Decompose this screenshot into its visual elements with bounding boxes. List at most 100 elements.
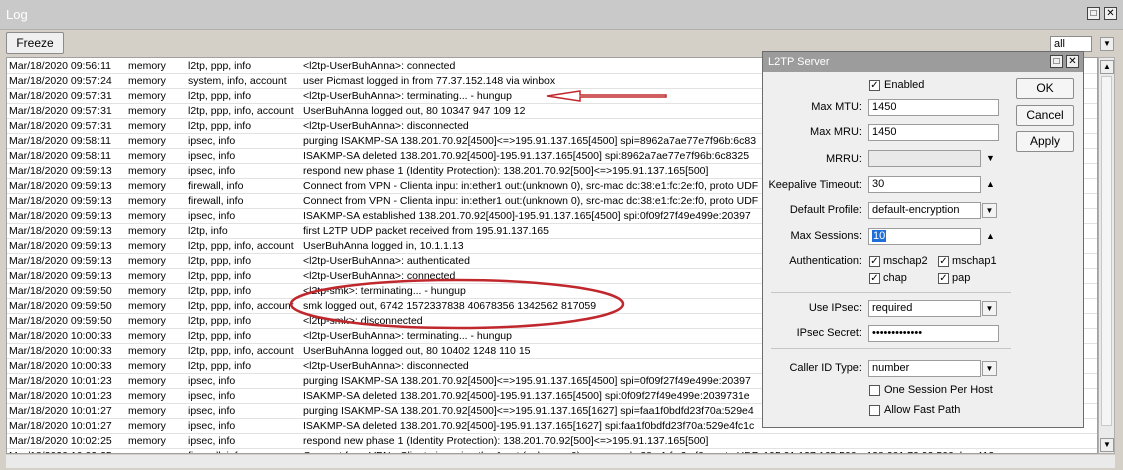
caller-id-label: Caller ID Type:: [789, 362, 862, 374]
log-buffer-cell: memory: [128, 255, 166, 267]
log-topics-cell: l2tp, ppp, info: [188, 270, 252, 282]
max-sessions-chevron-up-icon[interactable]: ▲: [986, 231, 995, 241]
log-time-cell: Mar/18/2020 09:59:13: [9, 165, 112, 177]
log-time-cell: Mar/18/2020 09:59:13: [9, 210, 112, 222]
log-row[interactable]: Mar/18/2020 10:02:25memoryfirewall, info…: [7, 449, 1097, 453]
log-time-cell: Mar/18/2020 10:00:33: [9, 330, 112, 342]
log-buffer-cell: memory: [128, 420, 166, 432]
auth-mschap2-checkbox[interactable]: ✓: [869, 256, 880, 267]
scroll-up-icon[interactable]: ▲: [1100, 60, 1114, 74]
log-topics-cell: firewall, info: [188, 195, 244, 207]
keepalive-field[interactable]: 30: [868, 176, 981, 193]
separator: [771, 348, 1011, 349]
log-time-cell: Mar/18/2020 09:57:31: [9, 105, 112, 117]
log-time-cell: Mar/18/2020 09:57:24: [9, 75, 112, 87]
log-topics-cell: firewall, info: [188, 180, 244, 192]
allow-fast-path-checkbox[interactable]: [869, 405, 880, 416]
ok-button[interactable]: OK: [1016, 78, 1074, 99]
mrru-field[interactable]: [868, 150, 981, 167]
log-time-cell: Mar/18/2020 09:59:50: [9, 285, 112, 297]
log-topics-cell: ipsec, info: [188, 390, 236, 402]
log-vertical-scrollbar[interactable]: ▲ ▼: [1098, 57, 1115, 454]
log-buffer-cell: memory: [128, 285, 166, 297]
log-buffer-cell: memory: [128, 449, 186, 453]
log-time-cell: Mar/18/2020 10:00:33: [9, 345, 112, 357]
log-time-cell: Mar/18/2020 09:57:31: [9, 90, 112, 102]
log-buffer-cell: memory: [128, 195, 166, 207]
log-time-cell: Mar/18/2020 09:59:13: [9, 225, 112, 237]
log-topics-cell: l2tp, ppp, info: [188, 285, 252, 297]
log-horizontal-scrollbar[interactable]: [6, 455, 1115, 468]
topic-filter-select[interactable]: all: [1050, 36, 1092, 52]
log-time-cell: Mar/18/2020 09:58:11: [9, 150, 111, 162]
log-time-cell: Mar/18/2020 09:58:11: [9, 135, 111, 147]
log-buffer-cell: memory: [128, 345, 166, 357]
dialog-title-bar: L2TP Server: [763, 52, 1083, 72]
log-time-cell: Mar/18/2020 09:56:11: [9, 60, 111, 72]
log-buffer-cell: memory: [128, 210, 166, 222]
one-session-checkbox[interactable]: [869, 385, 880, 396]
max-sessions-field[interactable]: 10: [868, 228, 981, 245]
cancel-button[interactable]: Cancel: [1016, 105, 1074, 126]
scroll-down-icon[interactable]: ▼: [1100, 438, 1114, 452]
freeze-button[interactable]: Freeze: [6, 32, 64, 54]
apply-button[interactable]: Apply: [1016, 131, 1074, 152]
default-profile-label: Default Profile:: [789, 204, 862, 216]
restore-icon[interactable]: □: [1087, 7, 1100, 20]
log-buffer-cell: memory: [128, 225, 166, 237]
log-topics-cell: l2tp, info: [188, 225, 228, 237]
log-buffer-cell: memory: [128, 375, 166, 387]
log-buffer-cell: memory: [128, 90, 166, 102]
use-ipsec-label: Use IPsec:: [808, 302, 862, 314]
log-buffer-cell: memory: [128, 150, 166, 162]
log-buffer-cell: memory: [128, 60, 166, 72]
log-time-cell: Mar/18/2020 09:59:13: [9, 240, 112, 252]
use-ipsec-dropdown-icon[interactable]: ▼: [982, 301, 997, 316]
dialog-restore-icon[interactable]: □: [1050, 55, 1063, 68]
default-profile-select[interactable]: default-encryption: [868, 202, 981, 219]
enabled-checkbox[interactable]: ✓: [869, 80, 880, 91]
auth-pap-label: pap: [952, 272, 971, 284]
log-topics-cell: l2tp, ppp, info: [188, 120, 252, 132]
log-buffer-cell: memory: [128, 330, 166, 342]
log-time-cell: Mar/18/2020 10:01:27: [9, 405, 112, 417]
one-session-label: One Session Per Host: [884, 384, 993, 396]
auth-mschap1-checkbox[interactable]: ✓: [938, 256, 949, 267]
log-buffer-cell: memory: [128, 360, 166, 372]
log-topics-cell: ipsec, info: [188, 165, 236, 177]
mrru-chevron-down-icon[interactable]: ▼: [986, 153, 995, 163]
log-topics-cell: l2tp, ppp, info: [188, 330, 252, 342]
ipsec-secret-field[interactable]: •••••••••••••: [868, 325, 999, 342]
max-mtu-field[interactable]: 1450: [868, 99, 999, 116]
dialog-close-icon[interactable]: ✕: [1066, 55, 1079, 68]
log-buffer-cell: memory: [128, 240, 166, 252]
log-topics-cell: l2tp, ppp, info, account: [188, 300, 294, 312]
log-buffer-cell: memory: [128, 165, 166, 177]
log-row[interactable]: Mar/18/2020 10:02:25 memory ipsec, info res…: [7, 434, 1097, 449]
auth-chap-checkbox[interactable]: ✓: [869, 273, 880, 284]
chevron-down-icon[interactable]: ▼: [1100, 37, 1114, 51]
log-topics-cell: l2tp, ppp, info: [188, 90, 252, 102]
close-icon[interactable]: ✕: [1104, 7, 1117, 20]
use-ipsec-select[interactable]: required: [868, 300, 981, 317]
l2tp-server-dialog: L2TP Server □ ✕ ✓ Enabled Max MTU: 1450 …: [762, 51, 1084, 428]
log-topics-cell: ipsec, info: [188, 420, 236, 432]
ipsec-secret-label: IPsec Secret:: [796, 327, 862, 339]
window-title-bar: Log: [0, 0, 1123, 30]
default-profile-dropdown-icon[interactable]: ▼: [982, 203, 997, 218]
caller-id-select[interactable]: number: [868, 360, 981, 377]
log-time-cell: Mar/18/2020 09:59:13: [9, 180, 112, 192]
log-time-cell: Mar/18/2020 09:59:13: [9, 195, 112, 207]
log-topics-cell: l2tp, ppp, info, account: [188, 345, 294, 357]
auth-mschap1-label: mschap1: [952, 255, 997, 267]
log-buffer-cell: memory: [128, 180, 166, 192]
max-mru-field[interactable]: 1450: [868, 124, 999, 141]
auth-pap-checkbox[interactable]: ✓: [938, 273, 949, 284]
caller-id-dropdown-icon[interactable]: ▼: [982, 361, 997, 376]
keepalive-chevron-up-icon[interactable]: ▲: [986, 179, 995, 189]
log-message-cell: Connect from VPN - Clienta inpu: in:ethe…: [303, 449, 1097, 453]
log-time-cell: Mar/18/2020 09:59:13: [9, 255, 112, 267]
scroll-thumb[interactable]: [1101, 76, 1112, 426]
keepalive-label: Keepalive Timeout:: [768, 179, 862, 191]
log-topics-cell: ipsec, info: [188, 210, 236, 222]
